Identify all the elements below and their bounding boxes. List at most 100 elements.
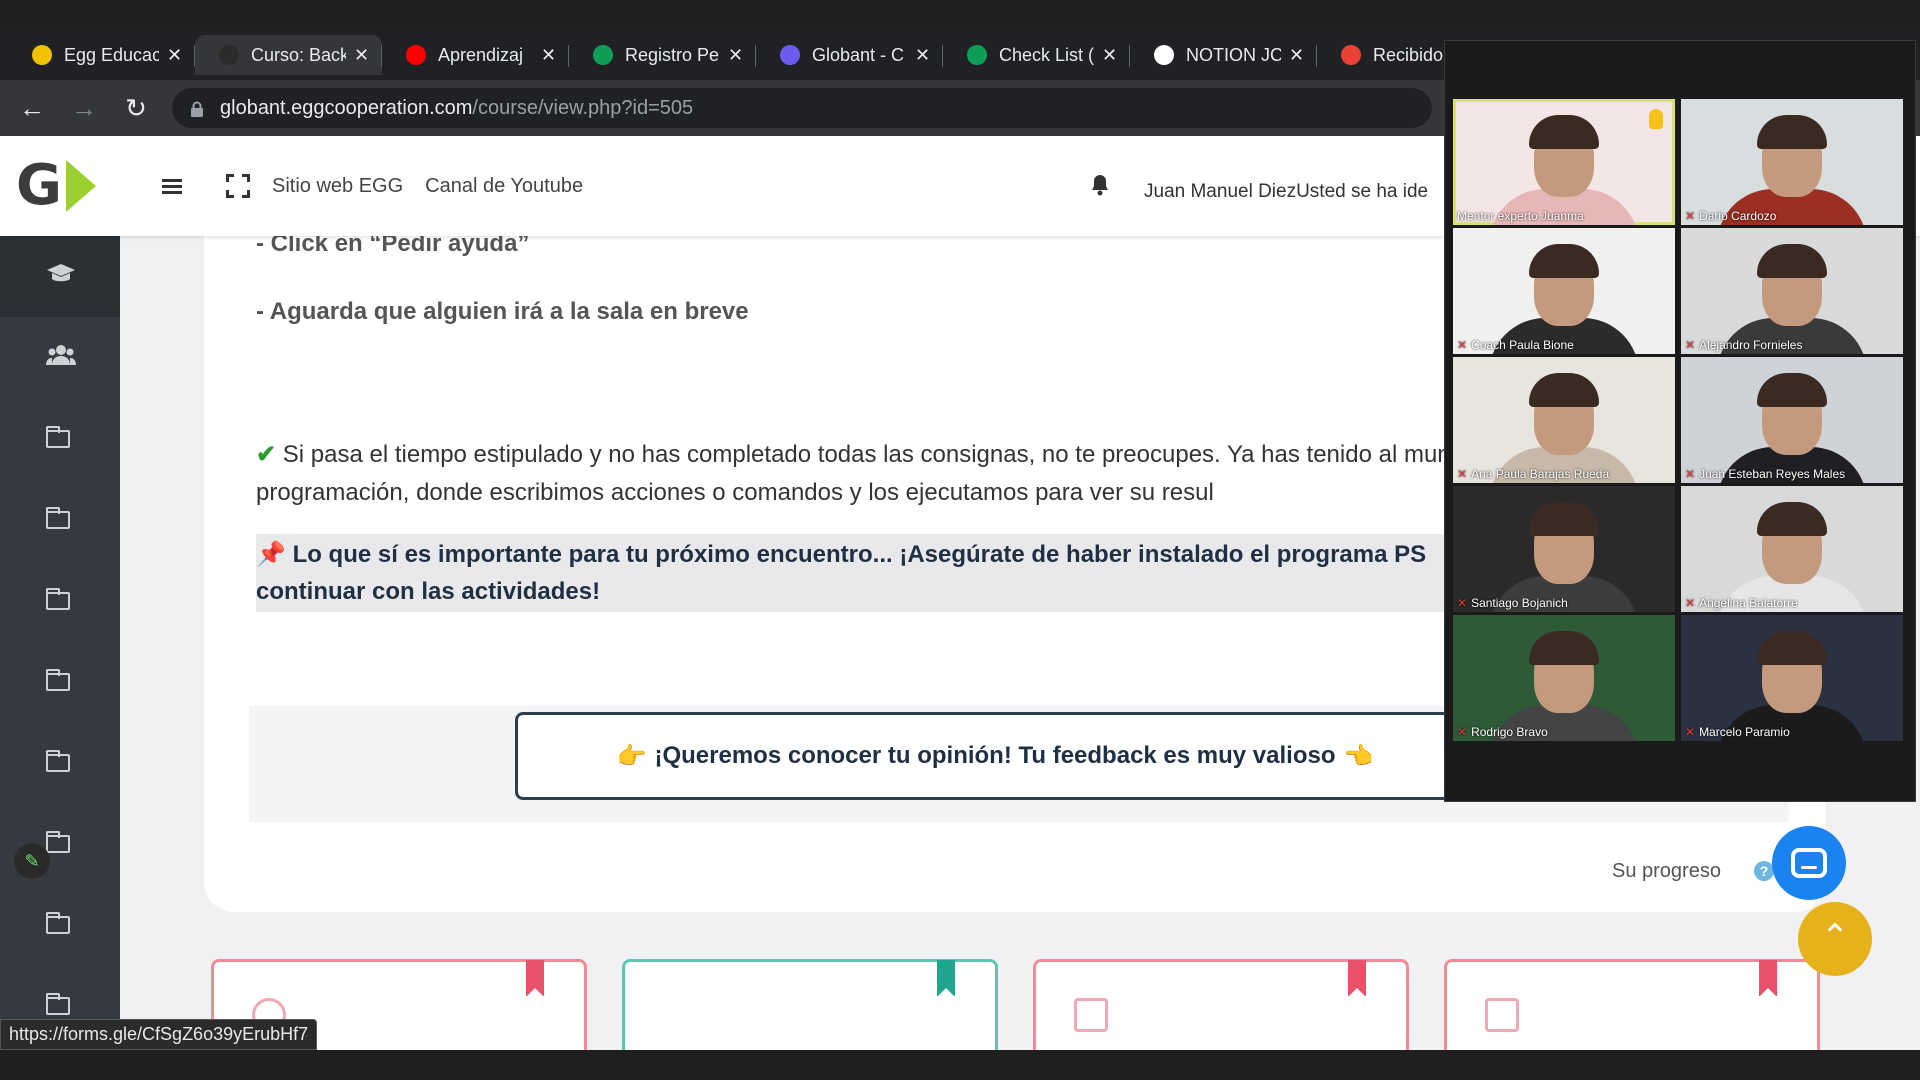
participant-name-text: Santiago Bojanich (1471, 596, 1568, 610)
participant-name-text: Alejandro Fornieles (1699, 338, 1803, 352)
close-tab-icon[interactable]: ✕ (1289, 45, 1307, 66)
info-paragraph: ✔ Si pasa el tiempo estipulado y no has … (256, 436, 1556, 512)
bookmark-icon (937, 960, 955, 997)
tab-title: Check List ( (999, 44, 1094, 65)
participant-name: ✕ Coach Paula Bione (1457, 338, 1574, 352)
close-tab-icon[interactable]: ✕ (915, 45, 933, 66)
participant-tile[interactable]: ✕ Rodrigo Bravo (1453, 615, 1675, 741)
participant-tile[interactable]: ✕ Ana Paula Barajas Rueda (1453, 357, 1675, 483)
sidebar-item[interactable] (0, 560, 120, 641)
graduation-cap-icon (46, 263, 76, 290)
header-link-egg-site[interactable]: Sitio web EGG (272, 175, 403, 198)
muted-mic-icon: ✕ (1685, 596, 1696, 610)
tab-favicon-icon (406, 45, 426, 65)
folder-icon (46, 830, 70, 853)
sidebar-item[interactable] (0, 317, 120, 398)
feedback-button[interactable]: 👉 ¡Queremos conocer tu opinión! Tu feedb… (515, 712, 1475, 800)
tab-favicon-icon (1341, 45, 1361, 65)
pointing-hand-left-icon: 👈 (1343, 742, 1374, 770)
tab-title: Registro Pe (625, 44, 720, 65)
sidebar-item[interactable] (0, 236, 120, 317)
folder-icon (46, 992, 70, 1015)
menu-icon[interactable] (162, 176, 182, 197)
chat-button[interactable] (1772, 826, 1846, 900)
browser-tab[interactable]: Registro Pe ✕ (569, 35, 756, 75)
forward-arrow-icon[interactable]: → (64, 88, 104, 128)
close-tab-icon[interactable]: ✕ (541, 45, 559, 66)
sidebar-item[interactable] (0, 398, 120, 479)
participant-tile[interactable]: ✕ Juan Esteban Reyes Males (1681, 357, 1903, 483)
browser-tab[interactable]: Globant - C ✕ (756, 35, 943, 75)
participant-tile[interactable]: ✕ Angelina Balatorre (1681, 486, 1903, 612)
header-link-youtube[interactable]: Canal de Youtube (425, 175, 583, 198)
url-path: /course/view.php?id=505 (472, 96, 694, 119)
close-tab-icon[interactable]: ✕ (167, 45, 185, 66)
browser-tab[interactable]: Aprendizaj ✕ (382, 35, 569, 75)
feedback-button-label: ¡Queremos conocer tu opinión! Tu feedbac… (654, 742, 1336, 769)
module-card[interactable] (1033, 959, 1409, 1050)
bell-icon[interactable] (1090, 174, 1110, 201)
participant-tile[interactable]: ✕ Dario Cardozo (1681, 99, 1903, 225)
sidebar-item[interactable] (0, 884, 120, 965)
tab-favicon-icon (780, 45, 800, 65)
participant-tile[interactable]: ✕ Alejandro Fornieles (1681, 228, 1903, 354)
participant-name: ✕ Santiago Bojanich (1457, 596, 1568, 610)
module-card[interactable] (1444, 959, 1820, 1050)
reload-icon[interactable]: ↻ (116, 88, 156, 128)
handshake-icon (1074, 998, 1108, 1032)
folder-icon (46, 749, 70, 772)
fullscreen-icon[interactable] (226, 174, 250, 198)
participant-tile[interactable]: Mentor experto Juanma (1453, 99, 1675, 225)
participant-name-text: Juan Esteban Reyes Males (1699, 467, 1846, 481)
browser-tab[interactable]: Curso: Back ✕ (195, 35, 382, 75)
tab-favicon-icon (593, 45, 613, 65)
video-call-panel[interactable]: Mentor experto Juanma ✕ Dario Cardozo ✕ Coac… (1444, 40, 1916, 802)
participant-name-text: Coach Paula Bione (1471, 338, 1574, 352)
tab-title: NOTION JC (1186, 44, 1281, 65)
participant-name-text: Marcelo Paramio (1699, 725, 1790, 739)
sidebar-item[interactable] (0, 479, 120, 560)
muted-mic-icon: ✕ (1685, 467, 1696, 481)
folder-icon (46, 425, 70, 448)
sidebar-item[interactable] (0, 641, 120, 722)
participant-name-text: Angelina Balatorre (1699, 596, 1798, 610)
muted-mic-icon: ✕ (1457, 596, 1468, 610)
participant-name: ✕ Dario Cardozo (1685, 209, 1776, 223)
close-tab-icon[interactable]: ✕ (1102, 45, 1120, 66)
muted-mic-icon: ✕ (1457, 338, 1468, 352)
module-card[interactable] (622, 959, 998, 1050)
participant-name: ✕ Ana Paula Barajas Rueda (1457, 467, 1609, 481)
participant-tile[interactable]: ✕ Coach Paula Bione (1453, 228, 1675, 354)
scroll-to-top-button[interactable]: ⌃ (1798, 902, 1872, 976)
sidebar-item[interactable] (0, 722, 120, 803)
help-icon[interactable]: ? (1754, 861, 1774, 881)
bookmark-icon (1759, 960, 1777, 997)
participant-name: ✕ Rodrigo Bravo (1457, 725, 1548, 739)
muted-mic-icon: ✕ (1685, 209, 1696, 223)
tab-title: Curso: Back (251, 44, 346, 65)
close-tab-icon[interactable]: ✕ (354, 45, 372, 66)
address-bar[interactable]: globant.eggcooperation.com/course/view.p… (172, 88, 1432, 128)
participant-tile[interactable]: ✕ Santiago Bojanich (1453, 486, 1675, 612)
bookmark-icon (526, 960, 544, 997)
back-arrow-icon[interactable]: ← (12, 88, 52, 128)
tab-title: Egg Educac (64, 44, 159, 65)
raised-hand-icon (1649, 109, 1663, 129)
tab-title: Aprendizaj (438, 44, 524, 65)
browser-tab[interactable]: Check List ( ✕ (943, 35, 1130, 75)
chat-icon (1791, 848, 1827, 878)
close-tab-icon[interactable]: ✕ (728, 45, 746, 66)
tab-favicon-icon (32, 45, 52, 65)
participant-name: ✕ Juan Esteban Reyes Males (1685, 467, 1845, 481)
folder-icon (46, 587, 70, 610)
bottom-frame (0, 1050, 1920, 1080)
browser-tab[interactable]: NOTION JC ✕ (1130, 35, 1317, 75)
egg-logo[interactable]: G (16, 156, 106, 216)
browser-tab[interactable]: Egg Educac ✕ (8, 35, 195, 75)
participant-tile[interactable]: ✕ Marcelo Paramio (1681, 615, 1903, 741)
lock-icon (190, 100, 204, 117)
user-menu[interactable]: Juan Manuel DiezUsted se ha ide (1144, 181, 1428, 203)
pen-icon[interactable]: ✎ (14, 843, 50, 879)
url-host: globant.eggcooperation.com (220, 96, 473, 119)
muted-mic-icon: ✕ (1457, 467, 1468, 481)
